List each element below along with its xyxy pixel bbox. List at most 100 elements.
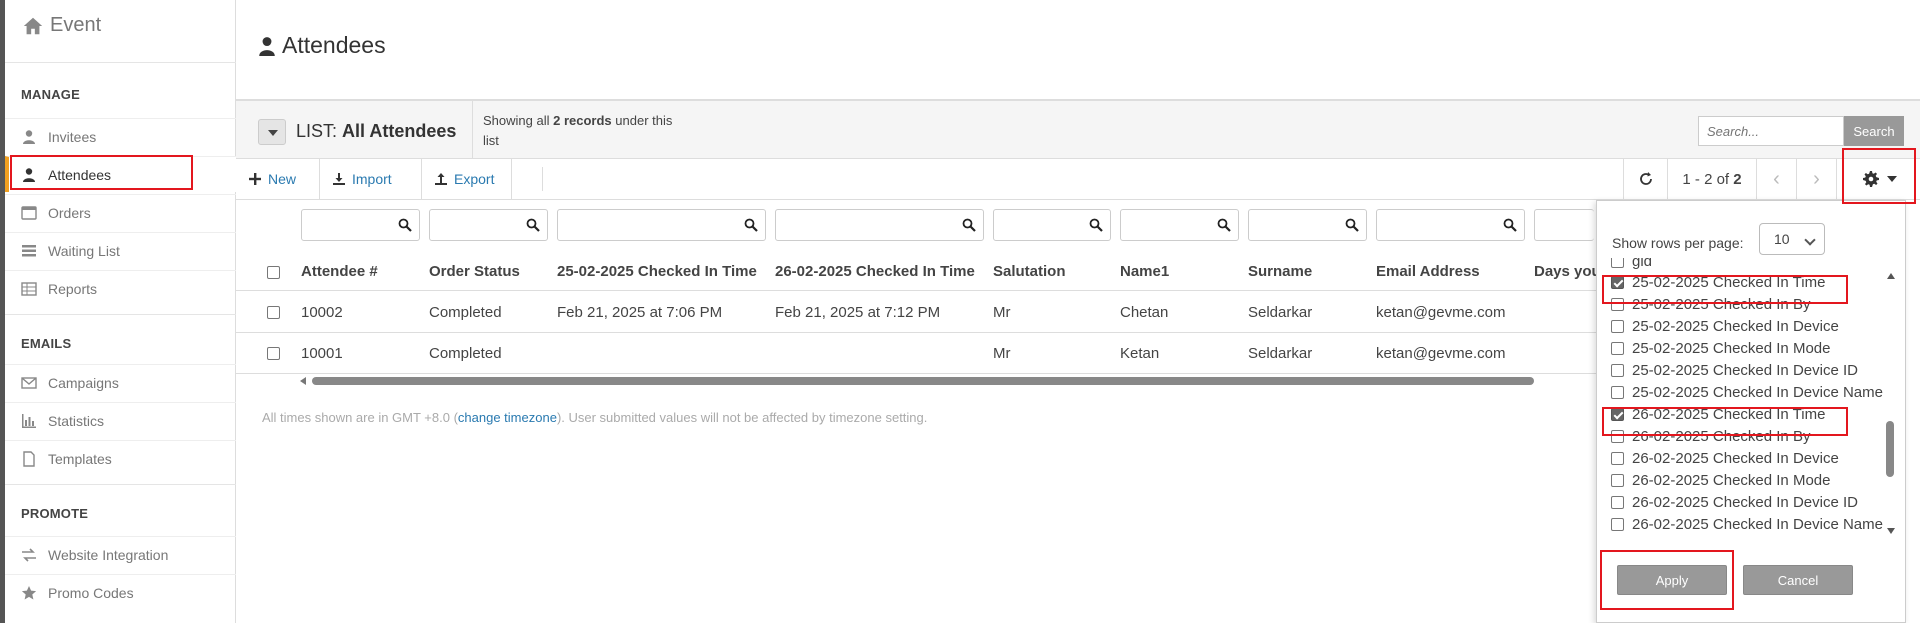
- column-option[interactable]: 26-02-2025 Checked In Device ID: [1611, 491, 1858, 513]
- sidebar-item-promo-codes[interactable]: Promo Codes: [5, 574, 236, 610]
- timezone-note-post: ). User submitted values will not be aff…: [556, 410, 928, 425]
- pager-range: 1 - 2 of 2: [1667, 159, 1757, 199]
- sidebar-item-templates[interactable]: Templates: [5, 440, 236, 476]
- search-input[interactable]: [1698, 116, 1844, 146]
- filter-input[interactable]: [775, 209, 984, 241]
- search-icon: [1503, 218, 1517, 232]
- sidebar-item-waiting-list[interactable]: Waiting List: [5, 232, 236, 268]
- column-option[interactable]: 25-02-2025 Checked In By: [1611, 293, 1810, 315]
- rows-per-page-select[interactable]: 10: [1759, 223, 1825, 255]
- row-checkbox[interactable]: [267, 347, 280, 360]
- column-header[interactable]: Name1: [1120, 263, 1169, 280]
- filter-input[interactable]: [301, 209, 420, 241]
- column-checkbox[interactable]: [1611, 319, 1624, 333]
- new-button[interactable]: New: [236, 159, 320, 199]
- home-icon: [23, 17, 43, 34]
- list-dropdown-button[interactable]: [258, 119, 286, 145]
- section-promote: PROMOTE: [21, 506, 89, 521]
- search-icon: [1089, 218, 1103, 232]
- filter-input[interactable]: [1376, 209, 1525, 241]
- column-checkbox[interactable]: [1611, 473, 1624, 487]
- filter-input[interactable]: [1248, 209, 1367, 241]
- filter-input[interactable]: [557, 209, 766, 241]
- column-checkbox[interactable]: [1611, 258, 1624, 268]
- column-option-label: 26-02-2025 Checked In Device ID: [1632, 493, 1858, 511]
- column-checkbox[interactable]: [1611, 429, 1624, 443]
- sidebar-item-attendees[interactable]: Attendees: [5, 156, 236, 192]
- section-emails: EMAILS: [21, 336, 72, 351]
- import-button[interactable]: Import: [320, 159, 422, 199]
- filter-input[interactable]: [1534, 209, 1594, 241]
- scroll-left-icon[interactable]: [300, 377, 306, 385]
- user-icon: [23, 167, 35, 182]
- table-row[interactable]: 10002 Completed Feb 21, 2025 at 7:06 PM …: [236, 292, 1596, 333]
- column-checkbox[interactable]: [1611, 363, 1624, 377]
- list-bar: LIST: All Attendees Showing all 2 record…: [236, 99, 1920, 159]
- sidebar-item-orders[interactable]: Orders: [5, 194, 236, 230]
- select-all-checkbox[interactable]: [267, 266, 280, 279]
- column-checkbox[interactable]: [1611, 297, 1624, 311]
- user-icon: [23, 129, 35, 144]
- column-checkbox[interactable]: [1611, 275, 1624, 289]
- brand[interactable]: Event: [22, 14, 101, 37]
- search-icon: [744, 218, 758, 232]
- apply-button[interactable]: Apply: [1617, 565, 1727, 595]
- sidebar-item-statistics[interactable]: Statistics: [5, 402, 236, 438]
- column-header[interactable]: 25-02-2025 Checked In Time: [557, 263, 757, 280]
- column-option[interactable]: 25-02-2025 Checked In Device Name: [1611, 381, 1883, 403]
- column-header[interactable]: Surname: [1248, 263, 1312, 280]
- column-option[interactable]: 25-02-2025 Checked In Time: [1611, 271, 1825, 293]
- next-page-button[interactable]: ›: [1797, 159, 1837, 199]
- sidebar-item-campaigns[interactable]: Campaigns: [5, 364, 236, 400]
- column-option[interactable]: 25-02-2025 Checked In Mode: [1611, 337, 1830, 359]
- column-checkbox[interactable]: [1611, 407, 1624, 421]
- column-checkbox[interactable]: [1611, 517, 1624, 531]
- filter-input[interactable]: [1120, 209, 1239, 241]
- filter-input[interactable]: [993, 209, 1111, 241]
- sidebar-item-invitees[interactable]: Invitees: [5, 118, 236, 154]
- column-header[interactable]: Salutation: [993, 263, 1066, 280]
- refresh-button[interactable]: [1623, 159, 1667, 199]
- export-button[interactable]: Export: [422, 159, 512, 199]
- envelope-icon: [21, 376, 37, 389]
- scroll-down-icon[interactable]: [1887, 528, 1895, 534]
- column-settings-button[interactable]: [1840, 159, 1920, 199]
- horizontal-scrollbar[interactable]: [300, 376, 1534, 386]
- column-header[interactable]: Email Address: [1376, 263, 1480, 280]
- column-option[interactable]: 26-02-2025 Checked In By: [1611, 425, 1810, 447]
- filter-input[interactable]: [429, 209, 548, 241]
- table-header: Attendee # Order Status 25-02-2025 Check…: [236, 255, 1601, 291]
- column-header[interactable]: 26-02-2025 Checked In Time: [775, 263, 975, 280]
- column-option-label: 26-02-2025 Checked In Mode: [1632, 471, 1831, 489]
- column-option[interactable]: 25-02-2025 Checked In Device ID: [1611, 359, 1858, 381]
- column-header[interactable]: Order Status: [429, 263, 520, 280]
- column-option[interactable]: 25-02-2025 Checked In Device: [1611, 315, 1839, 337]
- prev-page-button[interactable]: ‹: [1757, 159, 1797, 199]
- sidebar-item-reports[interactable]: Reports: [5, 270, 236, 306]
- column-option[interactable]: 26-02-2025 Checked In Device: [1611, 447, 1839, 469]
- export-label: Export: [454, 171, 495, 187]
- column-option[interactable]: 26-02-2025 Checked In Time: [1611, 403, 1825, 425]
- table-row[interactable]: 10001 Completed Mr Ketan Seldarkar ketan…: [236, 333, 1596, 374]
- column-list-scrollbar-thumb[interactable]: [1886, 421, 1894, 477]
- column-checkbox[interactable]: [1611, 495, 1624, 509]
- search-button[interactable]: Search: [1844, 116, 1904, 146]
- column-checkbox[interactable]: [1611, 451, 1624, 465]
- row-checkbox[interactable]: [267, 306, 280, 319]
- page-title-text: Attendees: [282, 32, 386, 58]
- column-option[interactable]: gid: [1611, 258, 1652, 272]
- change-timezone-link[interactable]: change timezone: [458, 410, 557, 425]
- column-header[interactable]: Days you: [1534, 263, 1601, 280]
- scrollbar-thumb[interactable]: [312, 377, 1534, 385]
- new-label: New: [268, 171, 297, 187]
- sidebar-item-label: Promo Codes: [48, 584, 134, 601]
- column-header[interactable]: Attendee #: [301, 263, 378, 280]
- cell-checked-in-time-25: Feb 21, 2025 at 7:06 PM: [557, 304, 723, 321]
- column-checkbox[interactable]: [1611, 341, 1624, 355]
- column-option[interactable]: 26-02-2025 Checked In Mode: [1611, 469, 1830, 491]
- column-option[interactable]: 26-02-2025 Checked In Device Name: [1611, 513, 1883, 535]
- scroll-up-icon[interactable]: [1887, 273, 1895, 279]
- sidebar-item-website-integration[interactable]: Website Integration: [5, 536, 236, 572]
- column-checkbox[interactable]: [1611, 385, 1624, 399]
- cancel-button[interactable]: Cancel: [1743, 565, 1853, 595]
